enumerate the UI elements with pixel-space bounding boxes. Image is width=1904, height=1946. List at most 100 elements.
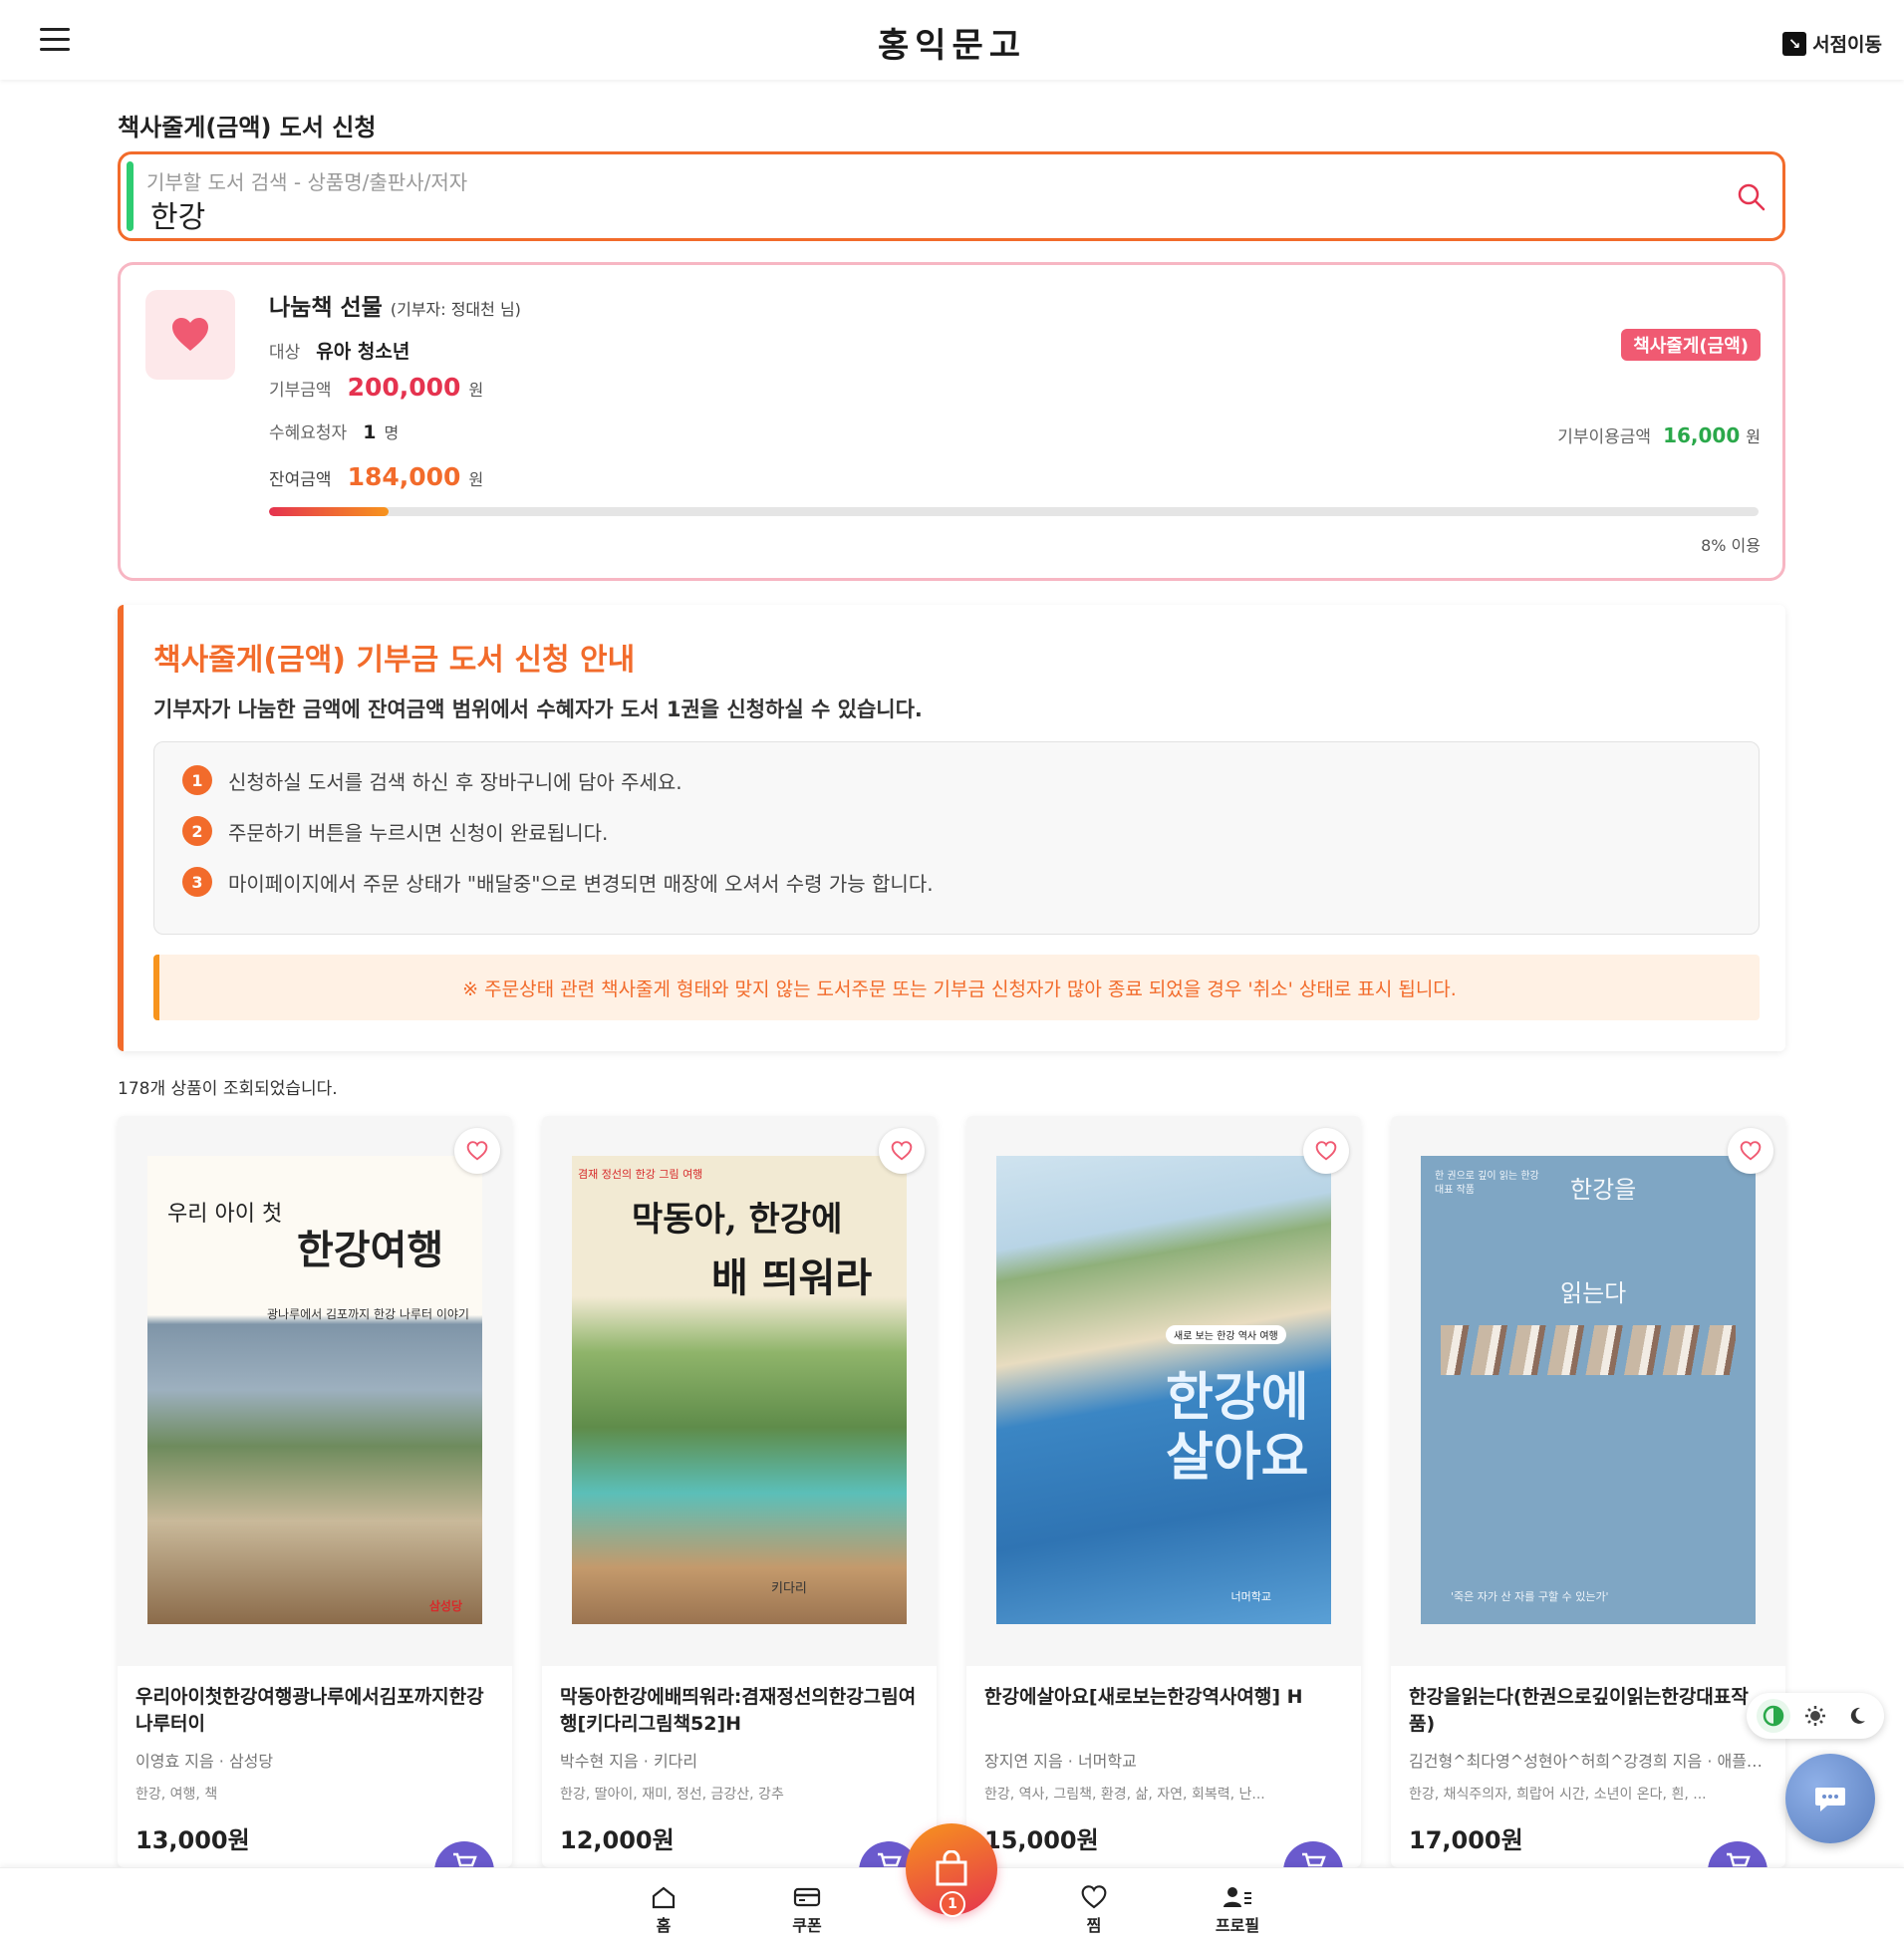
- product-name[interactable]: 한강에살아요[새로보는한강역사여행] H: [984, 1684, 1343, 1711]
- cover-title-line2: 한강여행: [297, 1227, 444, 1273]
- product-author: 이영효 지음 · 삼성당: [136, 1752, 274, 1771]
- chat-icon[interactable]: [1785, 1754, 1875, 1843]
- donation-value: 200,000: [347, 373, 461, 402]
- product-price: 17,000원: [1409, 1826, 1523, 1854]
- cover-publisher: 너머학교: [1230, 1590, 1271, 1603]
- step-number: 1: [182, 765, 212, 795]
- gift-card[interactable]: 나눔책 선물 (기부자: 정대천 님) 대상 유아 청소년 책사줄게(금액) 기…: [118, 262, 1785, 581]
- remaining-label: 잔여금액: [269, 470, 332, 490]
- gift-target-row: 대상 유아 청소년: [269, 337, 409, 364]
- store-move-label: 서점이동: [1812, 34, 1882, 56]
- cover-publisher: 키다리: [771, 1581, 807, 1596]
- product-image-area[interactable]: 막동아, 한강에 배 띄워라 겸재 정선의 한강 그림 여행 키다리: [542, 1116, 937, 1666]
- step-text: 마이페이지에서 주문 상태가 "배달중"으로 변경되면 매장에 오셔서 수령 가…: [228, 871, 934, 896]
- gift-type-badge: 책사줄게(금액): [1621, 329, 1761, 361]
- product-grid: 우리 아이 첫 한강여행 광나루에서 김포까지 한강 나루터 이야기 삼성당 우…: [118, 1116, 1785, 1867]
- nav-coupon-label: 쿠폰: [792, 1916, 822, 1935]
- cart-button[interactable]: 1: [906, 1823, 997, 1917]
- guide-step: 1 신청하실 도서를 검색 하신 후 장바구니에 담아 주세요.: [182, 765, 682, 795]
- search-accent-bar: [127, 161, 134, 231]
- gift-title: 나눔책 선물 (기부자: 정대천 님): [269, 288, 521, 322]
- product-tags: 한강, 채식주의자, 희랍어 시간, 소년이 온다, 흰, ...: [1409, 1787, 1707, 1803]
- book-cover: 한 권으로 깊이 읽는 한강 대표 작품 한강을 읽는다 '죽은 자가 산 자를…: [1421, 1156, 1756, 1624]
- target-value: 유아 청소년: [316, 341, 410, 363]
- book-cover: 우리 아이 첫 한강여행 광나루에서 김포까지 한강 나루터 이야기 삼성당: [147, 1156, 482, 1624]
- product-price: 15,000원: [984, 1826, 1099, 1854]
- used-value: 16,000: [1663, 423, 1741, 447]
- nav-home-label: 홈: [656, 1916, 672, 1935]
- cover-publisher: 삼성당: [428, 1599, 462, 1613]
- cart-count-badge: 1: [940, 1891, 965, 1917]
- product-name[interactable]: 막동아한강에배띄워라:겸재정선의한강그림여행[키다리그림책52]H: [560, 1684, 919, 1738]
- nav-profile[interactable]: 프로필: [1198, 1882, 1277, 1936]
- product-image-area[interactable]: 한 권으로 깊이 읽는 한강 대표 작품 한강을 읽는다 '죽은 자가 산 자를…: [1391, 1116, 1785, 1666]
- cover-subtitle: 광나루에서 김포까지 한강 나루터 이야기: [267, 1307, 469, 1321]
- nav-wish-label: 찜: [1086, 1916, 1102, 1935]
- product-name[interactable]: 한강을읽는다(한권으로깊이읽는한강대표작품): [1409, 1684, 1768, 1738]
- store-move-button[interactable]: ↘ 서점이동: [1782, 30, 1882, 57]
- remaining-value: 184,000: [347, 462, 461, 491]
- usage-percent-text: 8% 이용: [1701, 536, 1761, 555]
- wishlist-heart-icon[interactable]: [1303, 1128, 1349, 1174]
- cover-title-line2: 읽는다: [1560, 1279, 1627, 1307]
- donation-unit: 원: [468, 381, 484, 400]
- cover-title-line1: 우리 아이 첫: [167, 1202, 283, 1227]
- add-to-cart-icon[interactable]: [1283, 1841, 1343, 1867]
- requesters-unit: 명: [384, 423, 400, 442]
- cover-publisher: '죽은 자가 산 자를 구할 수 있는가': [1451, 1590, 1609, 1603]
- product-price: 12,000원: [560, 1826, 675, 1854]
- product-image-area[interactable]: 새로 보는 한강 역사 여행 한강에 살아요 너머학교: [966, 1116, 1361, 1666]
- product-card[interactable]: 한 권으로 깊이 읽는 한강 대표 작품 한강을 읽는다 '죽은 자가 산 자를…: [1391, 1116, 1785, 1867]
- donation-label: 기부금액: [269, 381, 332, 401]
- heart-outline-icon: [1054, 1882, 1134, 1912]
- search-input[interactable]: 기부할 도서 검색 - 상품명/출판사/저자 한강: [118, 151, 1785, 241]
- step-text: 신청하실 도서를 검색 하신 후 장바구니에 담아 주세요.: [228, 769, 682, 794]
- cover-title-line1: 한강을: [1570, 1176, 1637, 1204]
- theme-switch[interactable]: [1747, 1693, 1884, 1739]
- product-card[interactable]: 막동아, 한강에 배 띄워라 겸재 정선의 한강 그림 여행 키다리 막동아한강…: [542, 1116, 937, 1867]
- sun-icon[interactable]: [1798, 1699, 1832, 1733]
- wishlist-heart-icon[interactable]: [879, 1128, 925, 1174]
- product-card[interactable]: 우리 아이 첫 한강여행 광나루에서 김포까지 한강 나루터 이야기 삼성당 우…: [118, 1116, 512, 1867]
- nav-profile-label: 프로필: [1215, 1916, 1260, 1935]
- cover-title-line1: 막동아, 한강에: [632, 1200, 843, 1240]
- search-value[interactable]: 한강: [150, 192, 205, 236]
- cover-title-line2: 배 띄워라: [711, 1254, 873, 1301]
- cover-title-line2: 살아요: [1166, 1428, 1309, 1488]
- product-tags: 한강, 역사, 그림책, 환경, 삶, 자연, 회복력, 난...: [984, 1787, 1265, 1803]
- guide-step: 3 마이페이지에서 주문 상태가 "배달중"으로 변경되면 매장에 오셔서 수령 …: [182, 867, 934, 897]
- home-icon: [624, 1882, 703, 1912]
- result-count: 178개 상품이 조회되었습니다.: [118, 1079, 338, 1099]
- book-cover: 막동아, 한강에 배 띄워라 겸재 정선의 한강 그림 여행 키다리: [572, 1156, 907, 1624]
- remaining-unit: 원: [468, 470, 484, 489]
- wishlist-heart-icon[interactable]: [454, 1128, 500, 1174]
- product-author: 김건형^최다영^성현아^허희^강경희 지음 · 애플…: [1409, 1752, 1763, 1771]
- arrow-down-right-icon: ↘: [1782, 31, 1807, 56]
- guide-title: 책사줄게(금액) 기부금 도서 신청 안내: [153, 643, 636, 678]
- add-to-cart-icon[interactable]: [434, 1841, 494, 1867]
- auto-theme-icon[interactable]: [1757, 1699, 1790, 1733]
- product-card[interactable]: 새로 보는 한강 역사 여행 한강에 살아요 너머학교 한강에살아요[새로보는한…: [966, 1116, 1361, 1867]
- nav-wish[interactable]: 찜: [1054, 1882, 1134, 1936]
- profile-icon: [1198, 1882, 1277, 1912]
- page-title: 책사줄게(금액) 도서 신청: [118, 114, 377, 141]
- gift-title-text: 나눔책 선물: [269, 295, 383, 321]
- shopping-bag-icon: [936, 1850, 967, 1886]
- product-tags: 한강, 딸아이, 재미, 정선, 금강산, 강추: [560, 1787, 784, 1803]
- step-number: 3: [182, 867, 212, 897]
- search-icon[interactable]: [1737, 182, 1767, 212]
- nav-home[interactable]: 홈: [624, 1882, 703, 1936]
- product-author: 장지연 지음 · 너머학교: [984, 1752, 1137, 1771]
- cover-subtitle: 새로 보는 한강 역사 여행: [1166, 1325, 1286, 1344]
- nav-coupon[interactable]: 쿠폰: [767, 1882, 847, 1936]
- product-name[interactable]: 우리아이첫한강여행광나루에서김포까지한강나루터이: [136, 1684, 494, 1738]
- add-to-cart-icon[interactable]: [1708, 1841, 1768, 1867]
- wishlist-heart-icon[interactable]: [1728, 1128, 1773, 1174]
- used-amount: 기부이용금액 16,000 원: [1557, 422, 1761, 447]
- gift-donor: (기부자: 정대천 님): [390, 300, 521, 319]
- used-unit: 원: [1746, 427, 1761, 446]
- requesters-row: 수혜요청자 1 명: [269, 418, 399, 443]
- product-image-area[interactable]: 우리 아이 첫 한강여행 광나루에서 김포까지 한강 나루터 이야기 삼성당: [118, 1116, 512, 1666]
- site-logo[interactable]: 홍익문고: [0, 18, 1904, 67]
- moon-icon[interactable]: [1840, 1699, 1874, 1733]
